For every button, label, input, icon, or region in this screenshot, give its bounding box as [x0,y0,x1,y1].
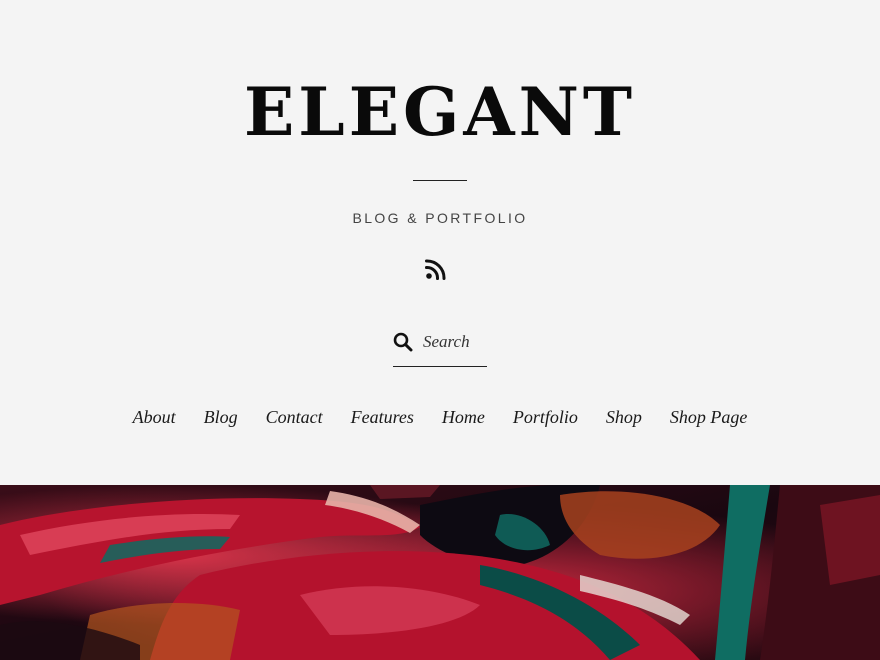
nav-item-home[interactable]: Home [442,405,485,429]
title-divider [413,180,467,181]
nav-item-contact[interactable]: Contact [266,405,323,429]
search-input[interactable] [423,328,487,356]
site-title[interactable]: ELEGANT [0,72,880,152]
site-header: ELEGANT BLOG & PORTFOLIO About Blog Cont… [0,0,880,485]
nav-item-about[interactable]: About [133,405,176,429]
nav-item-portfolio[interactable]: Portfolio [513,405,578,429]
hero-painted-body-image [0,485,880,660]
nav-item-shop[interactable]: Shop [606,405,642,429]
search-box [393,328,487,367]
rss-icon[interactable] [425,258,447,280]
search-icon[interactable] [393,332,413,352]
main-nav: About Blog Contact Features Home Portfol… [0,405,880,429]
nav-item-features[interactable]: Features [351,405,414,429]
site-tagline: BLOG & PORTFOLIO [352,210,528,226]
nav-item-blog[interactable]: Blog [204,405,238,429]
nav-item-shop-page[interactable]: Shop Page [670,405,747,429]
hero-image [0,485,880,660]
